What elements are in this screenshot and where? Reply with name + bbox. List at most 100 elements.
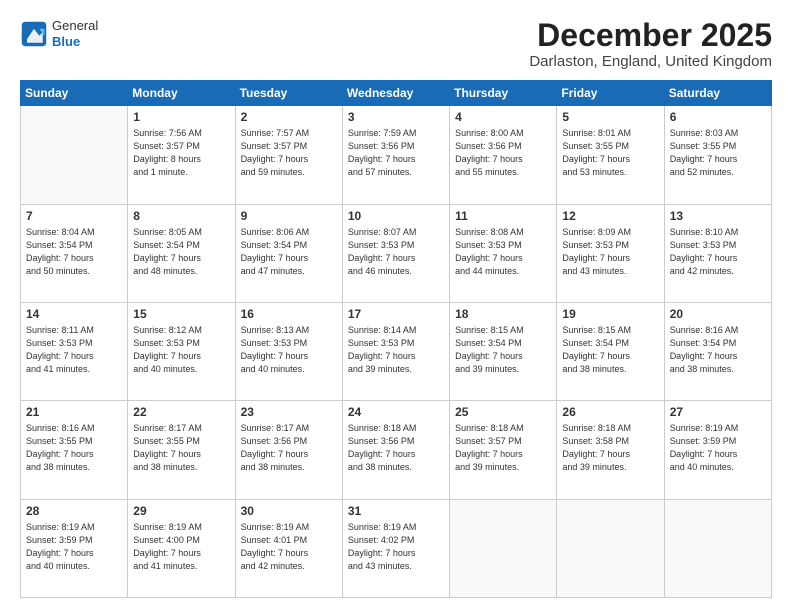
- location-subtitle: Darlaston, England, United Kingdom: [529, 53, 772, 70]
- calendar-cell: [450, 499, 557, 597]
- day-number: 20: [670, 307, 766, 321]
- logo-icon: [20, 20, 48, 48]
- calendar-cell: 20 Sunrise: 8:16 AM Sunset: 3:54 PM Dayli…: [664, 302, 771, 400]
- day-number: 11: [455, 209, 551, 223]
- week-row-4: 21 Sunrise: 8:16 AM Sunset: 3:55 PM Dayli…: [21, 401, 772, 499]
- day-number: 19: [562, 307, 658, 321]
- day-info: Sunrise: 8:14 AM Sunset: 3:53 PM Dayligh…: [348, 324, 444, 376]
- day-info: Sunrise: 8:17 AM Sunset: 3:55 PM Dayligh…: [133, 422, 229, 474]
- day-number: 3: [348, 110, 444, 124]
- week-row-3: 14Sunrise: 8:11 AM Sunset: 3:53 PM Dayli…: [21, 302, 772, 400]
- day-info: Sunrise: 8:10 AM Sunset: 3:53 PM Dayligh…: [670, 226, 766, 278]
- calendar-cell: 26 Sunrise: 8:18 AM Sunset: 3:58 PM Dayli…: [557, 401, 664, 499]
- calendar-cell: 19 Sunrise: 8:15 AM Sunset: 3:54 PM Dayli…: [557, 302, 664, 400]
- day-number: 22: [133, 405, 229, 419]
- day-number: 24: [348, 405, 444, 419]
- header: General Blue December 2025 Darlaston, En…: [20, 18, 772, 70]
- calendar-cell: 9 Sunrise: 8:06 AM Sunset: 3:54 PM Daylig…: [235, 204, 342, 302]
- day-info: Sunrise: 8:16 AM Sunset: 3:54 PM Dayligh…: [670, 324, 766, 376]
- day-number: 12: [562, 209, 658, 223]
- title-block: December 2025 Darlaston, England, United…: [529, 18, 772, 70]
- day-info: Sunrise: 7:56 AM Sunset: 3:57 PM Dayligh…: [133, 127, 229, 179]
- logo-text: General Blue: [52, 18, 98, 49]
- day-number: 23: [241, 405, 337, 419]
- calendar-cell: 10 Sunrise: 8:07 AM Sunset: 3:53 PM Dayli…: [342, 204, 449, 302]
- day-header-friday: Friday: [557, 81, 664, 106]
- day-info: Sunrise: 8:16 AM Sunset: 3:55 PM Dayligh…: [26, 422, 122, 474]
- day-info: Sunrise: 8:12 AM Sunset: 3:53 PM Dayligh…: [133, 324, 229, 376]
- day-number: 18: [455, 307, 551, 321]
- calendar-header-row: SundayMondayTuesdayWednesdayThursdayFrid…: [21, 81, 772, 106]
- day-info: Sunrise: 7:57 AM Sunset: 3:57 PM Dayligh…: [241, 127, 337, 179]
- day-header-saturday: Saturday: [664, 81, 771, 106]
- day-number: 1: [133, 110, 229, 124]
- logo: General Blue: [20, 18, 98, 49]
- month-title: December 2025: [529, 18, 772, 53]
- day-number: 10: [348, 209, 444, 223]
- calendar-cell: 21 Sunrise: 8:16 AM Sunset: 3:55 PM Dayli…: [21, 401, 128, 499]
- day-info: Sunrise: 8:15 AM Sunset: 3:54 PM Dayligh…: [562, 324, 658, 376]
- day-info: Sunrise: 8:07 AM Sunset: 3:53 PM Dayligh…: [348, 226, 444, 278]
- day-number: 4: [455, 110, 551, 124]
- day-number: 26: [562, 405, 658, 419]
- day-number: 31: [348, 504, 444, 518]
- day-number: 21: [26, 405, 122, 419]
- day-number: 27: [670, 405, 766, 419]
- day-info: Sunrise: 8:19 AM Sunset: 4:02 PM Dayligh…: [348, 521, 444, 573]
- day-number: 7: [26, 209, 122, 223]
- calendar-table: SundayMondayTuesdayWednesdayThursdayFrid…: [20, 80, 772, 598]
- day-number: 15: [133, 307, 229, 321]
- week-row-2: 7Sunrise: 8:04 AM Sunset: 3:54 PM Daylig…: [21, 204, 772, 302]
- week-row-5: 28Sunrise: 8:19 AM Sunset: 3:59 PM Dayli…: [21, 499, 772, 597]
- day-info: Sunrise: 8:03 AM Sunset: 3:55 PM Dayligh…: [670, 127, 766, 179]
- calendar-cell: 22 Sunrise: 8:17 AM Sunset: 3:55 PM Dayli…: [128, 401, 235, 499]
- calendar-cell: [557, 499, 664, 597]
- calendar-cell: 2Sunrise: 7:57 AM Sunset: 3:57 PM Daylig…: [235, 106, 342, 204]
- calendar-cell: 5Sunrise: 8:01 AM Sunset: 3:55 PM Daylig…: [557, 106, 664, 204]
- calendar-cell: 24 Sunrise: 8:18 AM Sunset: 3:56 PM Dayli…: [342, 401, 449, 499]
- calendar-cell: 12Sunrise: 8:09 AM Sunset: 3:53 PM Dayli…: [557, 204, 664, 302]
- day-info: Sunrise: 8:08 AM Sunset: 3:53 PM Dayligh…: [455, 226, 551, 278]
- day-info: Sunrise: 8:11 AM Sunset: 3:53 PM Dayligh…: [26, 324, 122, 376]
- calendar-cell: 29 Sunrise: 8:19 AM Sunset: 4:00 PM Dayli…: [128, 499, 235, 597]
- calendar-cell: 3 Sunrise: 7:59 AM Sunset: 3:56 PM Daylig…: [342, 106, 449, 204]
- calendar-cell: [21, 106, 128, 204]
- day-number: 28: [26, 504, 122, 518]
- page: General Blue December 2025 Darlaston, En…: [0, 0, 792, 612]
- day-number: 6: [670, 110, 766, 124]
- day-header-wednesday: Wednesday: [342, 81, 449, 106]
- calendar-cell: 23Sunrise: 8:17 AM Sunset: 3:56 PM Dayli…: [235, 401, 342, 499]
- day-header-tuesday: Tuesday: [235, 81, 342, 106]
- calendar-cell: 11 Sunrise: 8:08 AM Sunset: 3:53 PM Dayli…: [450, 204, 557, 302]
- calendar-cell: 17 Sunrise: 8:14 AM Sunset: 3:53 PM Dayli…: [342, 302, 449, 400]
- day-info: Sunrise: 7:59 AM Sunset: 3:56 PM Dayligh…: [348, 127, 444, 179]
- calendar-cell: 13Sunrise: 8:10 AM Sunset: 3:53 PM Dayli…: [664, 204, 771, 302]
- calendar-cell: 27 Sunrise: 8:19 AM Sunset: 3:59 PM Dayli…: [664, 401, 771, 499]
- day-info: Sunrise: 8:06 AM Sunset: 3:54 PM Dayligh…: [241, 226, 337, 278]
- calendar-cell: 6 Sunrise: 8:03 AM Sunset: 3:55 PM Daylig…: [664, 106, 771, 204]
- day-info: Sunrise: 8:00 AM Sunset: 3:56 PM Dayligh…: [455, 127, 551, 179]
- day-number: 5: [562, 110, 658, 124]
- day-number: 9: [241, 209, 337, 223]
- calendar-cell: 1 Sunrise: 7:56 AM Sunset: 3:57 PM Daylig…: [128, 106, 235, 204]
- day-number: 16: [241, 307, 337, 321]
- calendar-cell: 4 Sunrise: 8:00 AM Sunset: 3:56 PM Daylig…: [450, 106, 557, 204]
- calendar-cell: 7Sunrise: 8:04 AM Sunset: 3:54 PM Daylig…: [21, 204, 128, 302]
- day-number: 8: [133, 209, 229, 223]
- calendar-cell: 31 Sunrise: 8:19 AM Sunset: 4:02 PM Dayli…: [342, 499, 449, 597]
- calendar-cell: 25Sunrise: 8:18 AM Sunset: 3:57 PM Dayli…: [450, 401, 557, 499]
- day-number: 30: [241, 504, 337, 518]
- calendar-cell: 18Sunrise: 8:15 AM Sunset: 3:54 PM Dayli…: [450, 302, 557, 400]
- day-info: Sunrise: 8:19 AM Sunset: 3:59 PM Dayligh…: [670, 422, 766, 474]
- day-info: Sunrise: 8:19 AM Sunset: 4:00 PM Dayligh…: [133, 521, 229, 573]
- calendar-cell: 16Sunrise: 8:13 AM Sunset: 3:53 PM Dayli…: [235, 302, 342, 400]
- day-number: 17: [348, 307, 444, 321]
- day-info: Sunrise: 8:18 AM Sunset: 3:56 PM Dayligh…: [348, 422, 444, 474]
- day-info: Sunrise: 8:18 AM Sunset: 3:58 PM Dayligh…: [562, 422, 658, 474]
- calendar-cell: [664, 499, 771, 597]
- day-number: 29: [133, 504, 229, 518]
- day-info: Sunrise: 8:19 AM Sunset: 4:01 PM Dayligh…: [241, 521, 337, 573]
- day-header-sunday: Sunday: [21, 81, 128, 106]
- day-header-thursday: Thursday: [450, 81, 557, 106]
- day-info: Sunrise: 8:05 AM Sunset: 3:54 PM Dayligh…: [133, 226, 229, 278]
